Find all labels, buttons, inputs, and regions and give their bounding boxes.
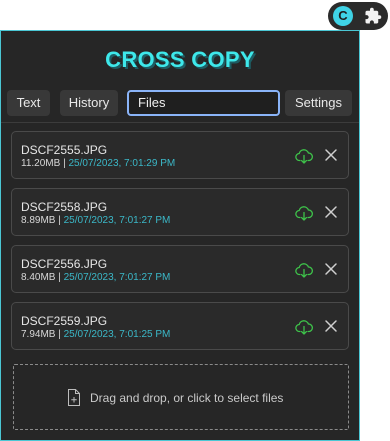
cloud-download-icon[interactable] [295, 148, 313, 164]
file-name: DSCF2559.JPG [21, 314, 108, 328]
dropzone-label: Drag and drop, or click to select files [90, 391, 284, 405]
cloud-download-icon[interactable] [295, 319, 313, 335]
file-meta: 8.89MB | 25/07/2023, 7:01:27 PM [21, 215, 170, 226]
file-size: 11.20MB [21, 158, 61, 169]
file-name: DSCF2558.JPG [21, 200, 108, 214]
file-timestamp: 25/07/2023, 7:01:27 PM [63, 272, 171, 283]
file-item: DSCF2555.JPG 11.20MB | 25/07/2023, 7:01:2… [11, 131, 349, 179]
file-size: 8.40MB [21, 272, 56, 283]
tab-bar: Text History Files Settings [1, 90, 359, 116]
close-icon[interactable] [324, 148, 338, 162]
file-meta: 7.94MB | 25/07/2023, 7:01:25 PM [21, 329, 170, 340]
file-name: DSCF2556.JPG [21, 257, 108, 271]
file-item: DSCF2558.JPG 8.89MB | 25/07/2023, 7:01:27… [11, 188, 349, 236]
meta-separator: | [55, 329, 64, 340]
close-icon[interactable] [324, 205, 338, 219]
file-timestamp: 25/07/2023, 7:01:25 PM [63, 329, 171, 340]
file-name: DSCF2555.JPG [21, 143, 108, 157]
cloud-download-icon[interactable] [295, 262, 313, 278]
extension-toolbar: C [328, 2, 388, 30]
tab-files[interactable]: Files [127, 90, 280, 116]
file-dropzone[interactable]: Drag and drop, or click to select files [13, 364, 349, 430]
meta-separator: | [55, 215, 64, 226]
file-item: DSCF2556.JPG 8.40MB | 25/07/2023, 7:01:27… [11, 245, 349, 293]
file-meta: 8.40MB | 25/07/2023, 7:01:27 PM [21, 272, 170, 283]
tab-settings[interactable]: Settings [285, 90, 352, 116]
cloud-download-icon[interactable] [295, 205, 313, 221]
file-item: DSCF2559.JPG 7.94MB | 25/07/2023, 7:01:25… [11, 302, 349, 350]
file-size: 7.94MB [21, 329, 56, 340]
close-icon[interactable] [324, 262, 338, 276]
file-timestamp: 25/07/2023, 7:01:29 PM [68, 158, 176, 169]
file-size: 8.89MB [21, 215, 56, 226]
file-meta: 11.20MB | 25/07/2023, 7:01:29 PM [21, 158, 175, 169]
app-title: CROSS COPY [105, 47, 255, 72]
tab-divider [1, 122, 359, 123]
puzzle-icon[interactable] [364, 7, 382, 25]
tab-history[interactable]: History [60, 90, 118, 116]
file-timestamp: 25/07/2023, 7:01:27 PM [63, 215, 171, 226]
meta-separator: | [55, 272, 64, 283]
tab-text[interactable]: Text [7, 90, 50, 116]
popup-panel: CROSS COPY Text History Files Settings D… [0, 30, 360, 441]
file-plus-icon [68, 389, 80, 406]
close-icon[interactable] [324, 319, 338, 333]
cross-copy-extension-icon[interactable]: C [333, 6, 353, 26]
